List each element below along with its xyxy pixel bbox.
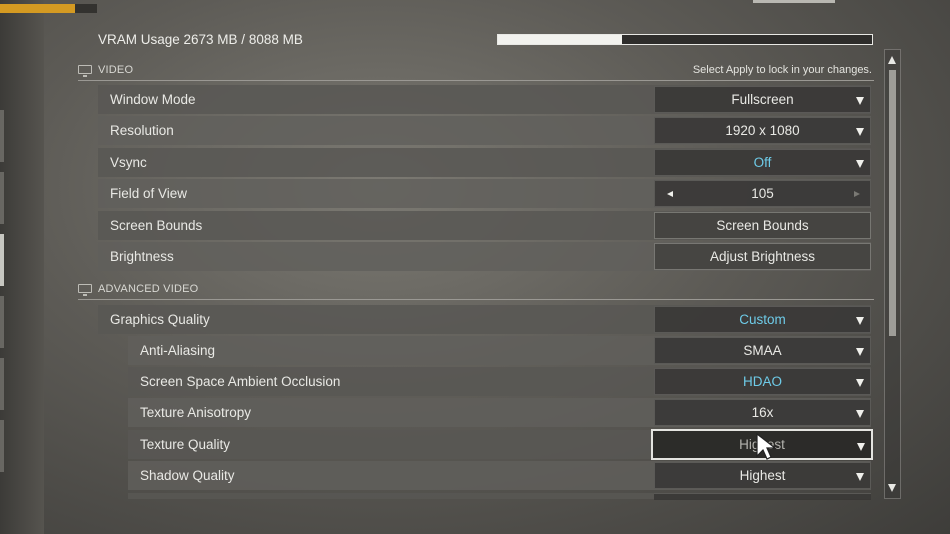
monitor-icon: [78, 65, 92, 77]
apply-hint: Select Apply to lock in your changes.: [692, 64, 872, 76]
window-mode-dropdown[interactable]: Fullscreen: [654, 86, 871, 113]
dropdown-value: 1920 x 1080: [725, 123, 800, 138]
left-nav-tab[interactable]: [0, 110, 4, 162]
setting-label: Window Mode: [110, 92, 196, 107]
vram-usage-fill: [498, 35, 622, 44]
video-section-title: VIDEO: [98, 64, 134, 76]
setting-label: Screen Space Ambient Occlusion: [140, 374, 341, 389]
top-progress-fill: [0, 4, 75, 13]
setting-label: Field of View: [110, 186, 188, 201]
dropdown-value: 16x: [751, 405, 774, 420]
mouse-cursor-icon: [756, 432, 777, 460]
ssao-dropdown[interactable]: HDAO: [654, 368, 871, 395]
scroll-down-icon[interactable]: [888, 484, 896, 492]
chevron-down-icon: [856, 348, 864, 356]
screen-bounds-button[interactable]: Screen Bounds: [654, 212, 871, 239]
left-nav-tab[interactable]: [0, 358, 4, 410]
adjust-brightness-button[interactable]: Adjust Brightness: [654, 243, 871, 270]
setting-label: Texture Quality: [140, 437, 231, 452]
scroll-thumb[interactable]: [889, 70, 896, 336]
left-nav-tab[interactable]: [0, 296, 4, 348]
arrow-right-icon[interactable]: [854, 191, 860, 197]
left-nav-tab[interactable]: [0, 420, 4, 472]
chevron-down-icon: [856, 97, 864, 105]
video-section-header: VIDEO Select Apply to lock in your chang…: [78, 64, 874, 81]
vram-usage-label: VRAM Usage 2673 MB / 8088 MB: [98, 32, 303, 47]
setting-label: Texture Anisotropy: [140, 405, 252, 420]
button-label: Adjust Brightness: [709, 249, 816, 264]
field-of-view-stepper[interactable]: 105: [654, 180, 871, 207]
graphics-quality-dropdown[interactable]: Custom: [654, 306, 871, 333]
advanced-video-section-header: ADVANCED VIDEO: [78, 283, 874, 300]
setting-row-partial[interactable]: [128, 493, 871, 500]
stepper-value: 105: [751, 186, 774, 201]
chevron-down-icon: [856, 160, 864, 168]
left-nav-tab-active[interactable]: [0, 234, 4, 286]
setting-label: Resolution: [110, 123, 174, 138]
dropdown-value: Custom: [739, 312, 786, 327]
scroll-up-icon[interactable]: [888, 56, 896, 64]
monitor-icon: [78, 284, 92, 296]
top-tab-indicator[interactable]: [753, 0, 835, 3]
vram-usage-bar: [497, 34, 873, 45]
setting-label: Brightness: [110, 249, 174, 264]
texture-anisotropy-dropdown[interactable]: 16x: [654, 399, 871, 426]
setting-label: Shadow Quality: [140, 468, 235, 483]
advanced-video-section-title: ADVANCED VIDEO: [98, 283, 199, 295]
chevron-down-icon: [856, 410, 864, 418]
chevron-down-icon: [856, 317, 864, 325]
left-nav-strip: [0, 0, 44, 534]
setting-label: Vsync: [110, 155, 147, 170]
chevron-down-icon: [856, 379, 864, 387]
shadow-quality-dropdown[interactable]: Highest: [654, 462, 871, 489]
chevron-down-icon: [856, 473, 864, 481]
chevron-down-icon: [856, 128, 864, 136]
top-progress-bar: [0, 4, 97, 13]
chevron-down-icon: [857, 443, 865, 451]
resolution-dropdown[interactable]: 1920 x 1080: [654, 117, 871, 144]
dropdown-value: Fullscreen: [731, 92, 794, 107]
dropdown-value: Off: [753, 155, 772, 170]
vsync-dropdown[interactable]: Off: [654, 149, 871, 176]
anti-aliasing-dropdown[interactable]: SMAA: [654, 337, 871, 364]
setting-label: Anti-Aliasing: [140, 343, 216, 358]
dropdown-value: SMAA: [743, 343, 782, 358]
setting-label: Graphics Quality: [110, 312, 210, 327]
settings-scrollbar[interactable]: [884, 49, 901, 499]
setting-label: Screen Bounds: [110, 218, 203, 233]
partial-dropdown[interactable]: [654, 493, 871, 500]
dropdown-value: Highest: [739, 468, 786, 483]
dropdown-value: HDAO: [742, 374, 782, 389]
button-label: Screen Bounds: [716, 218, 809, 233]
left-nav-tab[interactable]: [0, 172, 4, 224]
